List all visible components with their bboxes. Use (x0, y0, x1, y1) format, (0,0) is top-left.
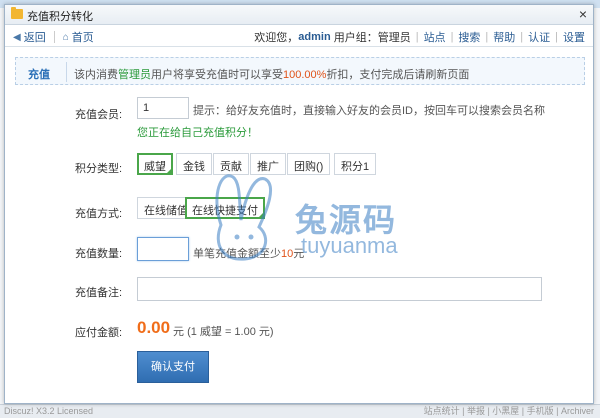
dialog-toolbar: ◀ 返回 ⌂ 首页 欢迎您， admin 用户组：管理员 | 站点 | 搜索 |… (5, 25, 593, 47)
qty-hint-prefix: 单笔充值金额至少 (193, 248, 281, 260)
search-link[interactable]: 搜索 (458, 29, 480, 45)
pay-label: 应付金额: (75, 327, 123, 339)
member-hint: 提示：给好友充值时，直接输入好友的会员ID，按回车可以搜索会员名称 (193, 105, 545, 117)
remark-label: 充值备注: (75, 287, 123, 299)
watermark-en: tuyuanma (301, 233, 398, 258)
notice-percent: 100.00% (283, 69, 327, 81)
notice-role: 管理员 (118, 69, 151, 81)
footer-left: Discuz! X3.2 Licensed (4, 406, 94, 416)
member-tip: 您正在给自己充值积分！ (137, 127, 258, 139)
notice-mid: 用户将享受充值时可以享受 (151, 69, 283, 81)
type-label: 积分类型: (75, 163, 123, 175)
type-chip-tuangou[interactable]: 团购() (287, 153, 331, 175)
close-icon[interactable]: × (579, 6, 587, 22)
qty-hint: 单笔充值金额至少10元 (193, 245, 304, 261)
pay-rate: (1 威望 = 1.00 元) (187, 326, 274, 338)
member-label: 充值会员: (75, 109, 123, 121)
method-chip-quickpay[interactable]: 在线快捷支付 (185, 197, 265, 219)
home-label: 首页 (71, 32, 94, 44)
back-arrow-icon: ◀ (13, 31, 21, 43)
type-chip-jifen1[interactable]: 积分1 (334, 153, 377, 175)
settings-link[interactable]: 设置 (563, 29, 585, 45)
greeting-text: 欢迎您， (254, 32, 299, 44)
remark-input[interactable] (137, 277, 542, 301)
dialog-title: 充值积分转化 (27, 11, 93, 23)
method-label: 充值方式: (75, 208, 123, 220)
pay-unit: 元 (173, 326, 184, 338)
auth-link[interactable]: 认证 (528, 29, 550, 45)
qty-min: 10 (281, 248, 294, 260)
notice-message: 该内消费管理员用户将享受充值时可以享受100.00%折扣，支付完成后请刷新页面 (74, 66, 469, 82)
member-id-input[interactable] (137, 97, 189, 119)
type-chip-tuiguang[interactable]: 推广 (250, 153, 286, 175)
recharge-dialog: 充值积分转化 × ◀ 返回 ⌂ 首页 欢迎您， admin 用户组：管理员 | … (4, 4, 594, 404)
type-chip-gongxian[interactable]: 贡献 (213, 153, 249, 175)
confirm-pay-button[interactable]: 确认支付 (137, 351, 209, 383)
type-chip-jinqian[interactable]: 金钱 (176, 153, 212, 175)
pay-note: 元 (1 威望 = 1.00 元) (173, 323, 274, 339)
toolbar-divider (53, 31, 55, 43)
qty-input[interactable] (137, 237, 189, 261)
dialog-titlebar: 充值积分转化 × (5, 5, 593, 25)
help-link[interactable]: 帮助 (493, 29, 515, 45)
back-button[interactable]: ◀ 返回 (13, 29, 46, 45)
notice-suffix: 折扣，支付完成后请刷新页面 (326, 69, 470, 81)
username-link[interactable]: admin (298, 31, 330, 43)
qty-label: 充值数量: (75, 248, 123, 260)
home-button[interactable]: ⌂ 首页 (63, 29, 94, 45)
background-footer: Discuz! X3.2 Licensed 站点统计 | 举报 | 小黑屋 | … (0, 404, 600, 418)
folder-icon (11, 7, 23, 19)
user-group-text: 用户组：管理员 (333, 32, 411, 44)
notice-divider (66, 62, 67, 82)
type-chip-weiwang[interactable]: 威望 (137, 153, 173, 175)
notice-box: 充值 该内消费管理员用户将享受充值时可以享受100.00%折扣，支付完成后请刷新… (15, 57, 585, 85)
site-link[interactable]: 站点 (424, 29, 446, 45)
notice-prefix: 该内消费 (74, 69, 118, 81)
back-label: 返回 (23, 32, 46, 44)
footer-right: 站点统计 | 举报 | 小黑屋 | 手机版 | Archiver (423, 406, 594, 416)
notice-tag: 充值 (28, 69, 50, 81)
pay-amount: 0.00 (137, 318, 171, 337)
home-icon: ⌂ (62, 31, 69, 43)
